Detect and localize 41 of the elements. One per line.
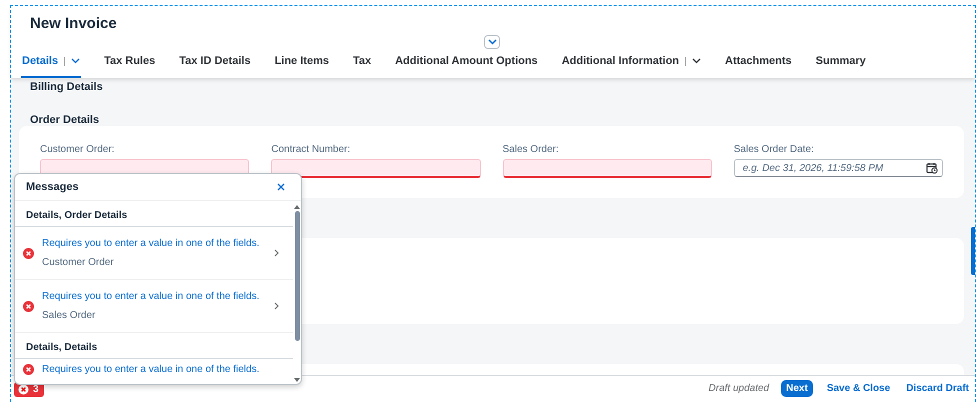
tab[interactable]: Tax Rules: [103, 49, 156, 78]
tab[interactable]: Attachments: [724, 49, 793, 78]
tab[interactable]: Tax: [352, 49, 372, 78]
tab[interactable]: Tax ID Details: [178, 49, 252, 78]
footer-button[interactable]: Save & Close: [824, 380, 892, 396]
group-header: Details, Details: [15, 333, 293, 359]
chevron-right-icon: [274, 302, 279, 310]
group-header: Details, Order Details: [15, 201, 293, 227]
tab[interactable]: Additional Information: [560, 49, 702, 78]
tab[interactable]: Summary: [814, 49, 867, 78]
footer-button[interactable]: Discard Draft: [904, 380, 971, 396]
date-field[interactable]: e.g. Dec 31, 2026, 11:59:58 PM: [734, 159, 943, 177]
error-icon: [23, 364, 34, 375]
input-field[interactable]: [271, 159, 480, 178]
field-label: Contract Number:: [271, 144, 352, 155]
input-field[interactable]: [502, 159, 712, 178]
tab[interactable]: Line Items: [274, 49, 330, 78]
status-text: Draft updated: [708, 382, 770, 394]
scroll-up-icon[interactable]: [294, 205, 300, 209]
field-label: Customer Order:: [40, 144, 116, 155]
chevron-right-icon: [274, 249, 279, 257]
calendar-icon[interactable]: [926, 162, 938, 174]
side-handle[interactable]: [971, 227, 975, 275]
message-item[interactable]: Requires you to enter a value in one of the fields.: [15, 359, 293, 381]
scroll-down-icon[interactable]: [294, 378, 300, 382]
message-item[interactable]: Requires you to enter a value in one of the fields. Customer Order: [15, 227, 293, 280]
field-label: Sales Order:: [502, 144, 560, 155]
chevron-down-icon: [488, 39, 496, 45]
tab[interactable]: Additional Amount Options: [394, 49, 539, 78]
footer-button[interactable]: Next: [781, 380, 813, 396]
error-icon: [23, 248, 34, 258]
section-title: Billing Details: [29, 80, 104, 95]
page-title: New Invoice: [29, 15, 118, 34]
message-item[interactable]: Requires you to enter a value in one of the fields. Sales Order: [15, 280, 293, 333]
section-title: Order Details: [29, 113, 100, 126]
chevron-down-icon[interactable]: [692, 58, 702, 64]
close-icon[interactable]: [277, 183, 285, 191]
error-icon: [23, 300, 34, 312]
field-label: Sales Order Date:: [734, 144, 815, 155]
popover-title: Messages: [26, 181, 79, 193]
collapse-header-button[interactable]: [484, 35, 500, 49]
